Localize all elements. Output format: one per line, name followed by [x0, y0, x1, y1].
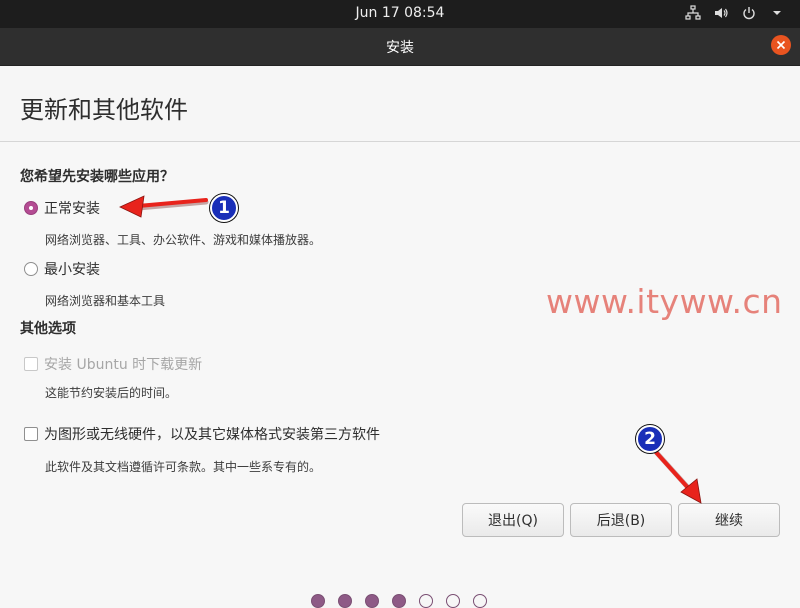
arrow-1-icon	[119, 195, 209, 218]
arrow-2-icon	[652, 448, 702, 504]
progress-dots	[311, 594, 487, 608]
progress-dot	[392, 594, 406, 608]
progress-dot	[311, 594, 325, 608]
progress-dot	[473, 594, 487, 608]
progress-dot	[446, 594, 460, 608]
annotation-badge-1: 1	[210, 194, 238, 222]
progress-dot	[338, 594, 352, 608]
annotation-badge-2: 2	[636, 425, 664, 453]
progress-dot	[419, 594, 433, 608]
progress-dot	[365, 594, 379, 608]
annotation-arrows	[119, 195, 702, 504]
